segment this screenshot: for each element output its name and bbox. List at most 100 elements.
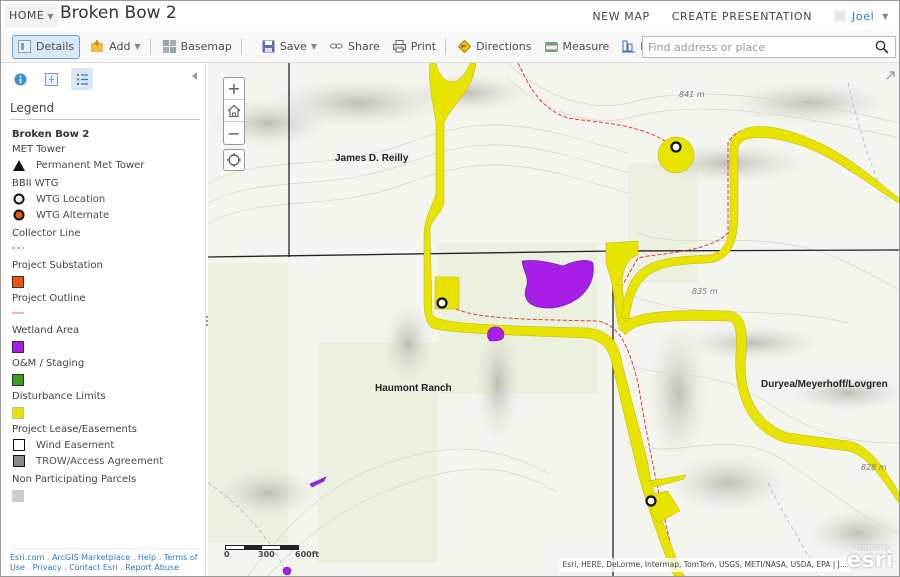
swatch-disturbance (12, 407, 24, 419)
tab-about[interactable] (9, 68, 31, 90)
legend-heading: Collector Line (12, 228, 81, 239)
legend: Broken Bow 2 MET Tower Permanent Met Tow… (12, 129, 202, 506)
legend-heading: Project Substation (12, 260, 103, 271)
basemap-button[interactable]: Basemap (158, 35, 237, 59)
collapse-sidebar-icon[interactable] (192, 72, 197, 80)
scale-bar: 0 300 600ft (224, 545, 319, 560)
map-view[interactable]: James D. Reilly Haumont Ranch Duryea/Mey… (208, 63, 899, 576)
share-link-icon (330, 40, 343, 53)
footer-link[interactable]: Contact Esri (69, 563, 117, 572)
legend-item: TROW/Access Agreement (12, 453, 202, 469)
measure-button[interactable]: Measure (540, 35, 615, 59)
app-window: HOME ▼ Broken Bow 2 NEW MAP CREATE PRESEN… (0, 0, 900, 577)
swatch-staging (12, 374, 24, 386)
legend-item: Wind Easement (12, 437, 202, 453)
sidebar: Legend Broken Bow 2 MET Tower Permanent … (1, 63, 206, 576)
legend-item-label: WTG Location (36, 193, 106, 205)
home-menu[interactable]: HOME ▼ (5, 4, 59, 28)
directions-icon (457, 39, 472, 54)
sidebar-tabs (9, 68, 102, 90)
chevron-down-icon: ▼ (47, 12, 55, 21)
legend-heading: Wetland Area (12, 325, 80, 336)
page-title: Broken Bow 2 (60, 3, 177, 23)
swatch-non-participating (12, 490, 24, 502)
legend-item-label: Wind Easement (36, 439, 115, 451)
search-box (642, 36, 896, 58)
save-icon (262, 40, 275, 53)
footer-link[interactable]: Help (138, 553, 156, 562)
tab-content[interactable] (40, 68, 62, 90)
chevron-down-icon: ▼ (134, 42, 141, 51)
wtg-location (645, 495, 657, 507)
attribution[interactable]: Esri, HERE, DeLorme, Intermap, TomTom, U… (558, 558, 851, 572)
legend-item: WTG Location (12, 191, 202, 207)
wetland-area (282, 566, 292, 576)
esri-logo[interactable]: esri (847, 550, 893, 572)
add-button[interactable]: Add ▼ (86, 35, 145, 59)
legend-heading: O&M / Staging (12, 358, 85, 369)
divider (149, 38, 151, 55)
circle-white-icon (12, 192, 26, 206)
share-button[interactable]: Share (325, 35, 385, 59)
legend-layer-title: Broken Bow 2 (12, 129, 90, 140)
parcel-label: James D. Reilly (335, 153, 409, 164)
swatch-wetland (12, 341, 24, 353)
zoom-in-button[interactable]: + (224, 78, 244, 100)
legend-heading: Non Participating Parcels (12, 474, 137, 485)
user-menu[interactable]: Joel ▼ (834, 10, 889, 23)
print-button[interactable]: Print (388, 35, 441, 59)
legend-item-label: WTG Alternate (36, 209, 110, 221)
header: HOME ▼ Broken Bow 2 NEW MAP CREATE PRESEN… (1, 1, 899, 31)
legend-heading: Project Lease/Easements (12, 424, 137, 435)
parcel-label: Duryea/Meyerhoff/Lovgren (761, 379, 888, 390)
directions-button[interactable]: Directions (453, 35, 536, 59)
elevation-label: 835 m (692, 287, 718, 296)
elevation-label: 841 m (679, 90, 705, 99)
details-button[interactable]: Details (12, 34, 81, 59)
footer-link[interactable]: Report Abuse (125, 563, 179, 572)
solid-line-icon (12, 306, 24, 320)
legend-title: Legend (10, 101, 55, 115)
home-extent-button[interactable] (224, 100, 244, 122)
footer-link[interactable]: ArcGIS Marketplace (52, 553, 130, 562)
swatch-trow (12, 454, 26, 468)
details-icon (18, 40, 31, 53)
swatch-wind-easement (12, 438, 26, 452)
legend-heading: BBII WTG (12, 178, 59, 189)
legend-heading: MET Tower (12, 144, 66, 155)
measure-label: Measure (562, 40, 610, 53)
locate-icon (227, 153, 241, 167)
toolbar: Details Add ▼ Basemap Save ▼ Share Print… (1, 31, 899, 63)
expand-icon[interactable] (886, 65, 896, 80)
info-icon (14, 73, 26, 85)
search-icon[interactable] (875, 40, 889, 54)
triangle-icon (12, 158, 26, 172)
print-icon (392, 40, 406, 53)
save-label: Save (279, 40, 307, 53)
search-input[interactable] (643, 40, 863, 54)
legend-item-label: TROW/Access Agreement (36, 455, 164, 467)
legend-item: WTG Alternate (12, 207, 202, 223)
dashed-line-icon (12, 241, 24, 255)
basemap-icon (162, 40, 176, 53)
divider (240, 38, 242, 55)
footer-link[interactable]: Esri.com (10, 553, 44, 562)
chevron-down-icon: ▼ (310, 42, 317, 51)
tab-legend[interactable] (71, 68, 93, 90)
scale-tick: 600ft (295, 550, 320, 559)
footer-link[interactable]: Privacy (33, 563, 62, 572)
chevron-down-icon: ▼ (882, 11, 889, 21)
home-icon (227, 104, 241, 117)
legend-item-label: Permanent Met Tower (36, 159, 145, 171)
save-button[interactable]: Save ▼ (257, 35, 322, 59)
legend-heading: Disturbance Limits (12, 391, 106, 402)
locate-button[interactable] (223, 149, 245, 171)
directions-label: Directions (476, 40, 532, 53)
create-presentation-link[interactable]: CREATE PRESENTATION (672, 10, 812, 23)
new-map-link[interactable]: NEW MAP (592, 10, 649, 23)
legend-list-icon (76, 73, 88, 85)
parcel-label: Haumont Ranch (375, 383, 452, 394)
elevation-label: 828 m (861, 463, 887, 472)
bookmarks-icon (622, 40, 636, 53)
zoom-out-button[interactable]: − (224, 122, 244, 144)
